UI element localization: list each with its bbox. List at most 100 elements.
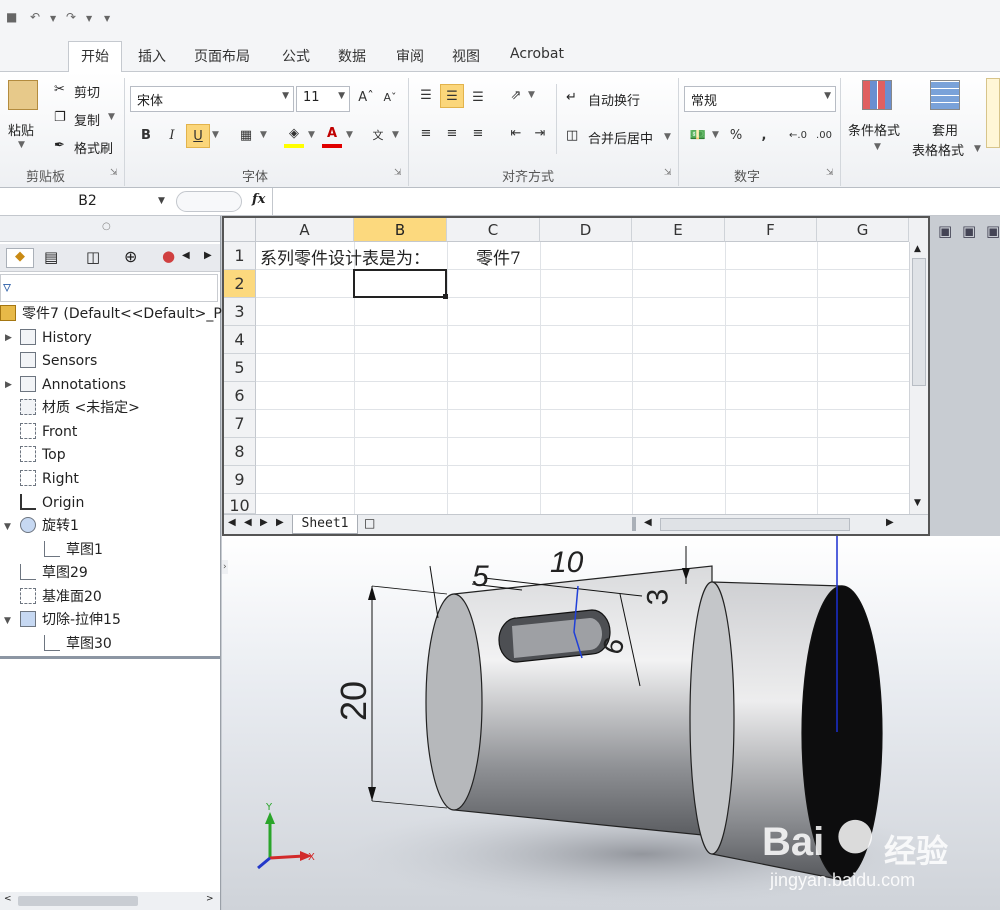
flange-shoulder-face[interactable] xyxy=(689,581,735,855)
tree-item-origin[interactable]: Origin xyxy=(20,492,84,514)
cell-a1[interactable]: 系列零件设计表是为： xyxy=(260,244,430,269)
collapse-arrow-icon[interactable]: ▼ xyxy=(4,522,11,532)
tree-item-plane20[interactable]: 基准面20 xyxy=(20,586,102,608)
phonetic-icon[interactable]: 文 xyxy=(366,124,390,148)
wrap-text-button[interactable]: 自动换行 xyxy=(588,90,640,109)
merge-dropdown-icon[interactable]: ▼ xyxy=(664,132,671,142)
prev-sheet-icon[interactable]: ◀ xyxy=(244,517,252,528)
display-manager-tab-icon[interactable]: ● xyxy=(162,247,175,265)
redo-dropdown-icon[interactable]: ▼ xyxy=(86,14,92,23)
orientation-dropdown-icon[interactable]: ▼ xyxy=(528,90,535,100)
copy-dropdown-icon[interactable]: ▼ xyxy=(108,112,115,122)
cell-c1[interactable]: 零件7 xyxy=(476,244,521,269)
sheet-tab-sheet1[interactable]: Sheet1 xyxy=(292,515,358,534)
tab-insert[interactable]: 插入 xyxy=(138,46,166,66)
dimension-5-label[interactable]: 5 xyxy=(472,560,489,594)
configuration-manager-tab-icon[interactable]: ◫ xyxy=(86,248,100,266)
tree-item-sensors[interactable]: Sensors xyxy=(20,350,97,372)
font-name-combo[interactable]: 宋体 ▼ xyxy=(130,86,294,112)
row-header-1[interactable]: 1 xyxy=(224,242,256,270)
tab-page-layout[interactable]: 页面布局 xyxy=(194,46,250,66)
merge-center-button[interactable]: 合并后居中 xyxy=(588,128,653,147)
scroll-down-icon[interactable]: ▼ xyxy=(914,498,921,508)
font-launcher-icon[interactable]: ⇲ xyxy=(394,168,402,178)
align-left-icon[interactable]: ≡ xyxy=(414,122,438,146)
tab-acrobat[interactable]: Acrobat xyxy=(510,46,564,62)
tree-item-cut-extrude[interactable]: 切除-拉伸15 xyxy=(20,609,121,631)
undo-icon[interactable]: ↶ xyxy=(30,10,40,24)
display-style-icon[interactable]: ▣ xyxy=(986,222,1000,240)
formula-bar-handle[interactable] xyxy=(176,191,242,212)
customize-qat-icon[interactable]: ▼ xyxy=(104,14,110,23)
align-right-icon[interactable]: ≡ xyxy=(466,122,490,146)
underline-dropdown-icon[interactable]: ▼ xyxy=(212,130,219,140)
format-as-table-icon[interactable] xyxy=(930,80,960,110)
scroll-left-icon[interactable]: ◀ xyxy=(644,517,652,528)
tab-formulas[interactable]: 公式 xyxy=(282,46,310,66)
first-sheet-icon[interactable]: ◀ xyxy=(228,517,236,528)
borders-icon[interactable]: ▦ xyxy=(234,124,258,148)
row-header-4[interactable]: 4 xyxy=(224,326,256,354)
tree-horizontal-scrollbar[interactable]: < > xyxy=(0,892,220,910)
underline-button[interactable]: U xyxy=(186,124,210,148)
insert-sheet-icon[interactable]: □ xyxy=(364,516,375,530)
name-box-dropdown-icon[interactable]: ▼ xyxy=(158,196,165,206)
last-sheet-icon[interactable]: ▶ xyxy=(276,517,284,528)
row-header-10[interactable]: 10 xyxy=(224,494,256,515)
tree-root-part[interactable]: 零件7 (Default<<Default>_P xyxy=(0,303,222,325)
paste-button[interactable]: 粘贴 xyxy=(8,120,34,139)
format-as-table-label-1[interactable]: 套用 xyxy=(932,120,958,139)
table-dropdown-icon[interactable]: ▼ xyxy=(974,144,981,154)
tab-data[interactable]: 数据 xyxy=(338,46,366,66)
sheet-vertical-scrollbar[interactable]: ▲ ▼ xyxy=(909,242,928,514)
format-as-table-label-2[interactable]: 表格格式 xyxy=(912,140,964,159)
clipboard-launcher-icon[interactable]: ⇲ xyxy=(110,168,118,178)
tree-item-sketch30[interactable]: 草图30 xyxy=(44,633,112,655)
row-header-3[interactable]: 3 xyxy=(224,298,256,326)
save-icon[interactable]: ■ xyxy=(6,10,17,24)
format-painter-button[interactable]: 格式刷 xyxy=(74,138,113,157)
decrease-indent-icon[interactable]: ⇤ xyxy=(504,122,528,146)
select-all-corner[interactable] xyxy=(224,218,256,242)
panel-collapse-icon[interactable]: › xyxy=(222,560,228,574)
view-orientation-icon[interactable]: ▣ xyxy=(962,222,976,240)
column-header-a[interactable]: A xyxy=(256,218,354,242)
tree-item-history[interactable]: History xyxy=(20,327,92,349)
row-header-7[interactable]: 7 xyxy=(224,410,256,438)
tree-item-sketch29[interactable]: 草图29 xyxy=(20,562,88,584)
next-sheet-icon[interactable]: ▶ xyxy=(260,517,268,528)
tree-item-material[interactable]: 材质 <未指定> xyxy=(20,397,140,419)
column-header-c[interactable]: C xyxy=(447,218,540,242)
column-header-f[interactable]: F xyxy=(725,218,817,242)
horizontal-scroll-thumb[interactable] xyxy=(660,518,850,531)
tab-view[interactable]: 视图 xyxy=(452,46,480,66)
alignment-launcher-icon[interactable]: ⇲ xyxy=(664,168,672,178)
copy-button[interactable]: 复制 xyxy=(74,110,100,129)
redo-icon[interactable]: ↷ xyxy=(66,10,76,24)
scroll-thumb[interactable] xyxy=(18,896,138,906)
view-cube-icon[interactable]: ▣ xyxy=(938,222,952,240)
percent-button[interactable]: % xyxy=(724,124,748,148)
tree-item-sketch1[interactable]: 草图1 xyxy=(44,539,103,561)
align-middle-icon[interactable]: ☰ xyxy=(440,84,464,108)
scroll-thumb[interactable] xyxy=(912,258,926,386)
active-cell-b2[interactable] xyxy=(353,269,447,298)
filter-icon[interactable]: ▿ xyxy=(3,277,11,296)
row-header-8[interactable]: 8 xyxy=(224,438,256,466)
font-color-icon[interactable]: A xyxy=(320,122,344,146)
conditional-format-icon[interactable] xyxy=(862,80,892,110)
tree-item-front-plane[interactable]: Front xyxy=(20,421,77,443)
dimension-20-label[interactable]: 20 xyxy=(333,681,375,721)
dimension-3-label[interactable]: 3 xyxy=(641,589,675,606)
scroll-left-icon[interactable]: < xyxy=(4,894,12,904)
align-center-icon[interactable]: ≡ xyxy=(440,122,464,146)
currency-icon[interactable]: 💵 xyxy=(686,124,710,148)
orientation-icon[interactable]: ⇗ xyxy=(504,84,528,108)
graphics-viewport[interactable]: 20 10 5 3 6 Y X Bai ● 经验 jingyan.baidu.c… xyxy=(222,536,1000,910)
scroll-up-icon[interactable]: ▲ xyxy=(914,244,921,254)
number-launcher-icon[interactable]: ⇲ xyxy=(826,168,834,178)
collapse-arrow-icon[interactable]: ▼ xyxy=(4,616,11,626)
name-box[interactable]: B2 xyxy=(0,188,175,215)
tree-item-right-plane[interactable]: Right xyxy=(20,468,79,490)
undo-dropdown-icon[interactable]: ▼ xyxy=(50,14,56,23)
